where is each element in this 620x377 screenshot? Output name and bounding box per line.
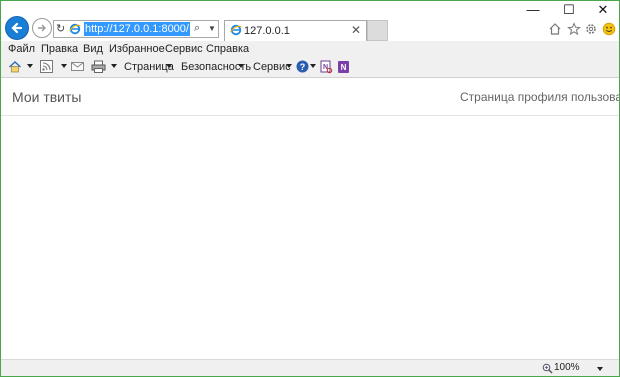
smiley-icon[interactable]: [602, 22, 616, 36]
site-brand-link[interactable]: Мои твиты: [12, 89, 81, 105]
rss-icon[interactable]: [40, 60, 53, 73]
menu-bar: Файл Правка Вид Избранное Сервис Справка: [1, 41, 619, 58]
search-icon[interactable]: ⌕: [194, 22, 200, 35]
minimize-button[interactable]: —: [522, 2, 544, 17]
gear-icon[interactable]: [584, 22, 598, 36]
close-tab-icon[interactable]: ✕: [351, 23, 361, 37]
address-dropdown-icon[interactable]: ▼: [208, 24, 216, 33]
back-arrow-icon: [11, 22, 23, 34]
print-icon[interactable]: [91, 60, 106, 74]
menu-help[interactable]: Справка: [206, 43, 249, 55]
svg-text:?: ?: [300, 62, 306, 72]
tools-dropdown-icon[interactable]: [286, 64, 292, 68]
forward-button[interactable]: [32, 18, 52, 38]
menu-view[interactable]: Вид: [83, 43, 103, 55]
status-bar: 100%: [1, 359, 619, 376]
home-icon[interactable]: [548, 22, 562, 36]
home-icon[interactable]: [8, 60, 22, 74]
research-icon[interactable]: N: [320, 60, 333, 74]
menu-file[interactable]: Файл: [8, 43, 35, 55]
command-bar: Страница Безопасность Сервис ? N N: [1, 58, 619, 78]
ie-logo-icon: [69, 23, 81, 35]
page-dropdown-icon[interactable]: [166, 64, 172, 68]
refresh-icon[interactable]: ↻: [56, 22, 65, 35]
new-tab-button[interactable]: [367, 20, 388, 41]
rss-dropdown-icon[interactable]: [61, 64, 67, 68]
forward-arrow-icon: [38, 24, 46, 32]
ie-logo-icon: [230, 24, 242, 36]
browser-window: ↻ http://127.0.0.1:8000/ ⌕ ▼ 127.0.0.1 ✕…: [0, 0, 620, 377]
url-text[interactable]: http://127.0.0.1:8000/: [84, 22, 190, 36]
menu-tools[interactable]: Сервис: [165, 43, 203, 55]
zoom-icon[interactable]: [542, 363, 553, 374]
security-dropdown-icon[interactable]: [238, 64, 244, 68]
menu-edit[interactable]: Правка: [41, 43, 78, 55]
mail-icon[interactable]: [71, 60, 85, 72]
tab-title: 127.0.0.1: [244, 25, 290, 37]
help-dropdown-icon[interactable]: [310, 64, 316, 68]
maximize-button[interactable]: ☐: [558, 2, 580, 18]
svg-text:N: N: [341, 63, 347, 72]
zoom-dropdown-icon[interactable]: [597, 367, 603, 371]
menu-favorites[interactable]: Избранное: [109, 43, 165, 55]
browser-tab[interactable]: 127.0.0.1 ✕: [224, 20, 367, 41]
back-button[interactable]: [5, 16, 29, 40]
print-dropdown-icon[interactable]: [111, 64, 117, 68]
address-bar[interactable]: ↻ http://127.0.0.1:8000/ ⌕ ▼: [53, 20, 219, 38]
star-icon[interactable]: [567, 22, 581, 36]
title-bar: ↻ http://127.0.0.1:8000/ ⌕ ▼ 127.0.0.1 ✕…: [1, 1, 619, 41]
help-icon[interactable]: ?: [296, 60, 309, 73]
profile-link[interactable]: Страница профиля пользователя: [460, 90, 619, 104]
onenote-icon[interactable]: N: [337, 60, 350, 74]
home-dropdown-icon[interactable]: [27, 64, 33, 68]
site-header: Мои твиты Страница профиля пользователя: [1, 78, 619, 116]
zoom-level[interactable]: 100%: [554, 362, 580, 373]
close-window-button[interactable]: ✕: [592, 2, 614, 18]
